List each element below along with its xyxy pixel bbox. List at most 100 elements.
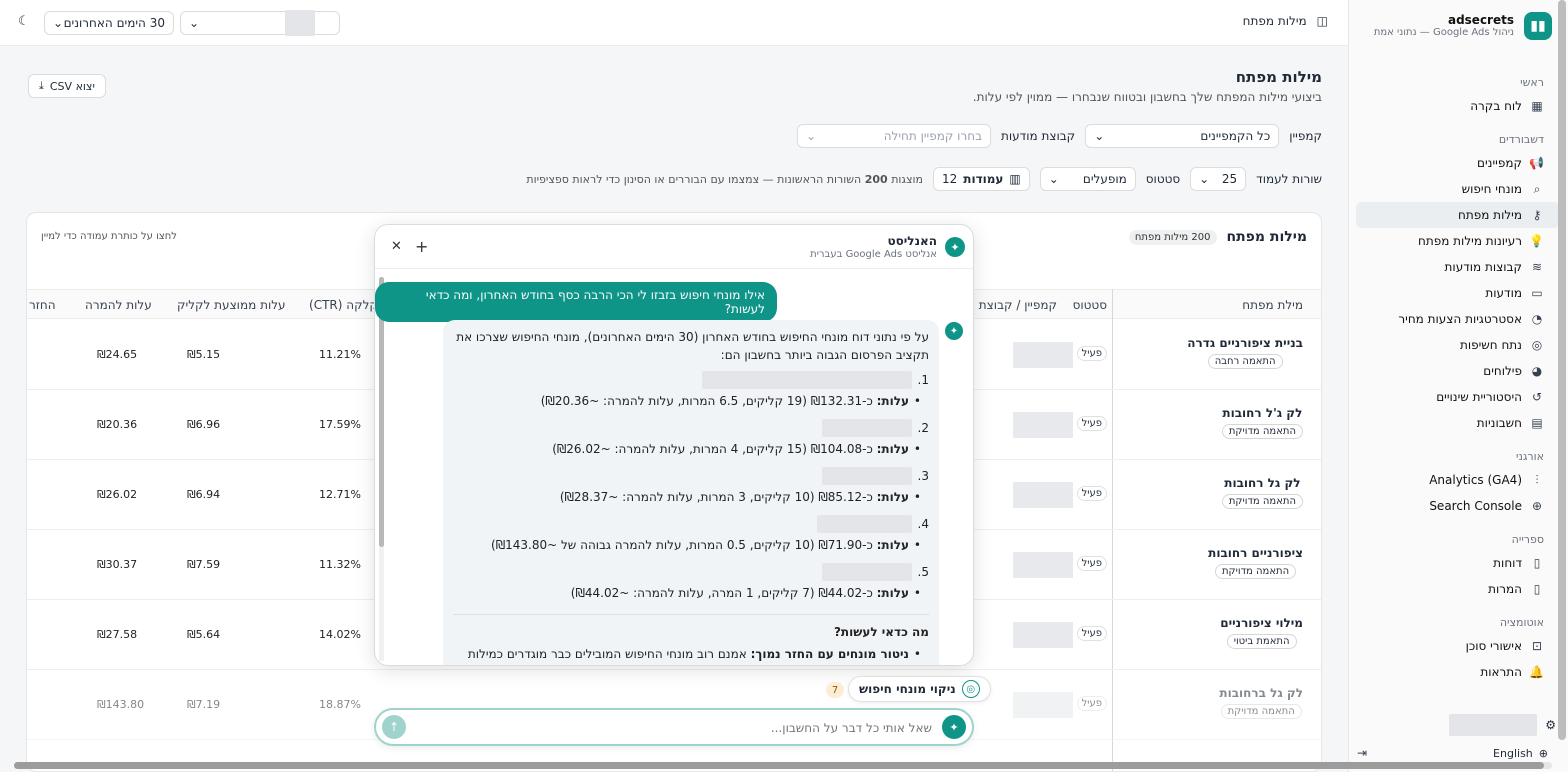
user-profile[interactable]: ⚙: [1449, 714, 1556, 736]
match-type-badge: התאמה מדויקת: [1221, 424, 1303, 439]
sidebar-item[interactable]: 📢 קמפיינים: [1348, 150, 1568, 176]
ctr-cell: 14.02%: [319, 628, 361, 641]
analyst-chat-panel: ✦ האנליסט אנליסט Google Ads בעברית ✕ + א…: [374, 224, 974, 666]
sidebar-item[interactable]: ◎ נתח חשיפות: [1348, 332, 1568, 358]
export-csv-button[interactable]: יצוא CSV ⤓: [28, 74, 106, 98]
th-keyword[interactable]: מילת מפתח: [1242, 298, 1303, 312]
horizontal-scroll-thumb[interactable]: [14, 762, 1544, 769]
horizontal-scrollbar[interactable]: [14, 762, 1552, 769]
download-icon: ⤓: [39, 79, 44, 92]
list-item-cost: עלות: כ-₪44.02 (7 קליקים, 1 המרה, עלות ל…: [453, 584, 929, 608]
campaign-cell-redacted: [1013, 692, 1073, 718]
list-item-cost: עלות: כ-₪104.08 (15 קליקים, 4 המרות, עלו…: [453, 440, 929, 464]
columns-button[interactable]: ▥ עמודות 12: [932, 167, 1030, 191]
sidebar: ▮▮ adsecrets ניהול Google Ads — נתוני אמ…: [1348, 0, 1568, 772]
sidebar-item[interactable]: ⊕ Search Console: [1348, 493, 1568, 519]
user-message: אילו מונחי חיפוש בזבזו לי הכי הרבה כסף ב…: [375, 282, 777, 322]
send-button[interactable]: ↑: [382, 715, 406, 739]
sidebar-item[interactable]: ≋ קבוצות מודעות: [1348, 254, 1568, 280]
adgroup-placeholder: בחרו קמפיין תחילה: [883, 129, 983, 143]
status-badge: פעיל: [1076, 416, 1107, 431]
cost-label: עלות:: [876, 538, 909, 552]
th-cpc[interactable]: עלות ממוצעת לקליק: [177, 298, 286, 312]
page-subtitle: ביצועי מילות המפתח שלך בחשבון ובטווח שנב…: [972, 90, 1322, 104]
search-term-redacted: [816, 515, 912, 533]
plus-icon[interactable]: +: [415, 237, 428, 256]
sidebar-item[interactable]: ◕ פילוחים: [1348, 358, 1568, 384]
th-status[interactable]: סטטוס: [1073, 298, 1107, 312]
divider: [453, 614, 929, 615]
sidebar-item-label: דוחות: [1493, 556, 1522, 570]
list-item-cost: עלות: כ-₪71.90 (10 קליקים, 0.5 המרות, על…: [453, 536, 929, 560]
status-select[interactable]: מופעלים ⌄: [1039, 167, 1136, 191]
chat-header: ✦ האנליסט אנליסט Google Ads בעברית ✕ +: [375, 225, 973, 269]
th-campaign[interactable]: קמפיין / קבוצת מ: [967, 298, 1057, 312]
sidebar-item[interactable]: ⚷ מילות מפתח: [1356, 202, 1560, 228]
sidebar-item-label: היסטוריית שינויים: [1436, 390, 1522, 404]
chevron-down-icon: ⌄: [53, 16, 64, 30]
cost-label: עלות:: [876, 586, 909, 600]
campaign-value: כל הקמפיינים: [1200, 129, 1271, 143]
sidebar-item[interactable]: ◔ אסטרטגיות הצעות מחיר: [1348, 306, 1568, 332]
rows-per-page-select[interactable]: 25 ⌄: [1190, 167, 1247, 191]
sidebar-item[interactable]: ▯ המרות: [1348, 576, 1568, 602]
vertical-scrollbar[interactable]: [1558, 0, 1566, 760]
close-icon[interactable]: ✕: [391, 239, 402, 254]
sidebar-item[interactable]: ▤ חשבוניות: [1348, 410, 1568, 436]
adgroup-select[interactable]: בחרו קמפיין תחילה ⌄: [797, 124, 992, 148]
keyword-cell: בניית ציפורניים גדרה התאמה רחבה: [1187, 336, 1303, 369]
cpa-cell: ₪20.36: [97, 418, 138, 431]
table-title: מילות מפתח: [1226, 229, 1308, 245]
match-type-badge: התאמה מדויקת: [1221, 494, 1303, 509]
account-select[interactable]: ⌄: [180, 10, 340, 36]
moon-icon[interactable]: ☾: [18, 14, 30, 29]
target-icon: ◎: [961, 680, 980, 698]
cpa-cell: ₪24.65: [97, 348, 138, 361]
list-item-term: 5.: [453, 560, 929, 584]
chat-input[interactable]: [432, 718, 932, 738]
sidebar-toggle-icon[interactable]: ◫: [1317, 14, 1328, 28]
sidebar-item[interactable]: 🔔 התראות: [1348, 659, 1568, 685]
campaign-cell-redacted: [1013, 342, 1073, 368]
search-term-redacted: [821, 419, 912, 437]
date-range-select[interactable]: 30 הימים האחרונים ⌄: [44, 11, 174, 35]
vertical-scroll-thumb[interactable]: [1558, 0, 1566, 740]
search-terms-cleanup-chip[interactable]: ◎ ניקוי מונחי חיפוש: [848, 676, 991, 702]
rows-per-page-value: 25: [1221, 172, 1238, 186]
brand[interactable]: ▮▮ adsecrets ניהול Google Ads — נתוני אמ…: [1374, 12, 1552, 40]
list-item-term: 3.: [453, 464, 929, 488]
th-cpa[interactable]: עלות להמרה: [85, 298, 152, 312]
sidebar-item-label: המרות: [1488, 582, 1522, 596]
logout-icon[interactable]: ⇥: [1357, 746, 1367, 760]
sidebar-item-label: חשבוניות: [1476, 416, 1522, 430]
sidebar-item[interactable]: ⌕ מונחי חיפוש: [1348, 176, 1568, 202]
sidebar-item-label: רעיונות מילות מפתח: [1417, 234, 1522, 248]
search-icon: ⌕: [1533, 181, 1541, 196]
list-item-cost: עלות: כ-₪132.31 (19 קליקים, 6.5 המרות, ע…: [453, 392, 929, 416]
list-number: 4.: [917, 517, 929, 531]
globe-icon: ⊕: [1531, 499, 1543, 513]
status-badge: פעיל: [1076, 486, 1107, 501]
language-switch[interactable]: ⊕ English: [1493, 747, 1548, 760]
sidebar-item[interactable]: ▦ לוח בקרה: [1348, 93, 1568, 119]
sidebar-item[interactable]: ▭ מודעות: [1348, 280, 1568, 306]
sparkle-icon: ✦: [945, 322, 963, 340]
rows-per-page-label: שורות לעמוד: [1256, 172, 1322, 186]
gear-icon[interactable]: ⚙: [1545, 718, 1556, 732]
sidebar-item[interactable]: ⫶ Analytics (GA4): [1348, 467, 1568, 493]
th-roas[interactable]: החזר: [29, 298, 56, 312]
what-todo-heading: מה כדאי לעשות?: [833, 625, 929, 639]
campaign-label: קמפיין: [1289, 129, 1322, 143]
chat-scrollbar[interactable]: [379, 277, 384, 661]
pie-icon: ◕: [1531, 364, 1543, 378]
sidebar-item[interactable]: ⊡ אישורי סוכן: [1348, 633, 1568, 659]
showing-count: 200: [864, 172, 888, 186]
bulb-icon: 💡: [1529, 234, 1544, 248]
cost-detail: כ-₪104.08 (15 קליקים, 4 המרות, עלות להמר…: [552, 442, 873, 456]
campaign-select[interactable]: כל הקמפיינים ⌄: [1085, 124, 1280, 148]
cost-detail: כ-₪132.31 (19 קליקים, 6.5 המרות, עלות לה…: [540, 394, 873, 408]
sidebar-item[interactable]: 💡 רעיונות מילות מפתח: [1348, 228, 1568, 254]
sidebar-item[interactable]: ▯ דוחות: [1348, 550, 1568, 576]
sidebar-item[interactable]: ↺ היסטוריית שינויים: [1348, 384, 1568, 410]
cpa-cell: ₪143.80: [97, 698, 145, 711]
